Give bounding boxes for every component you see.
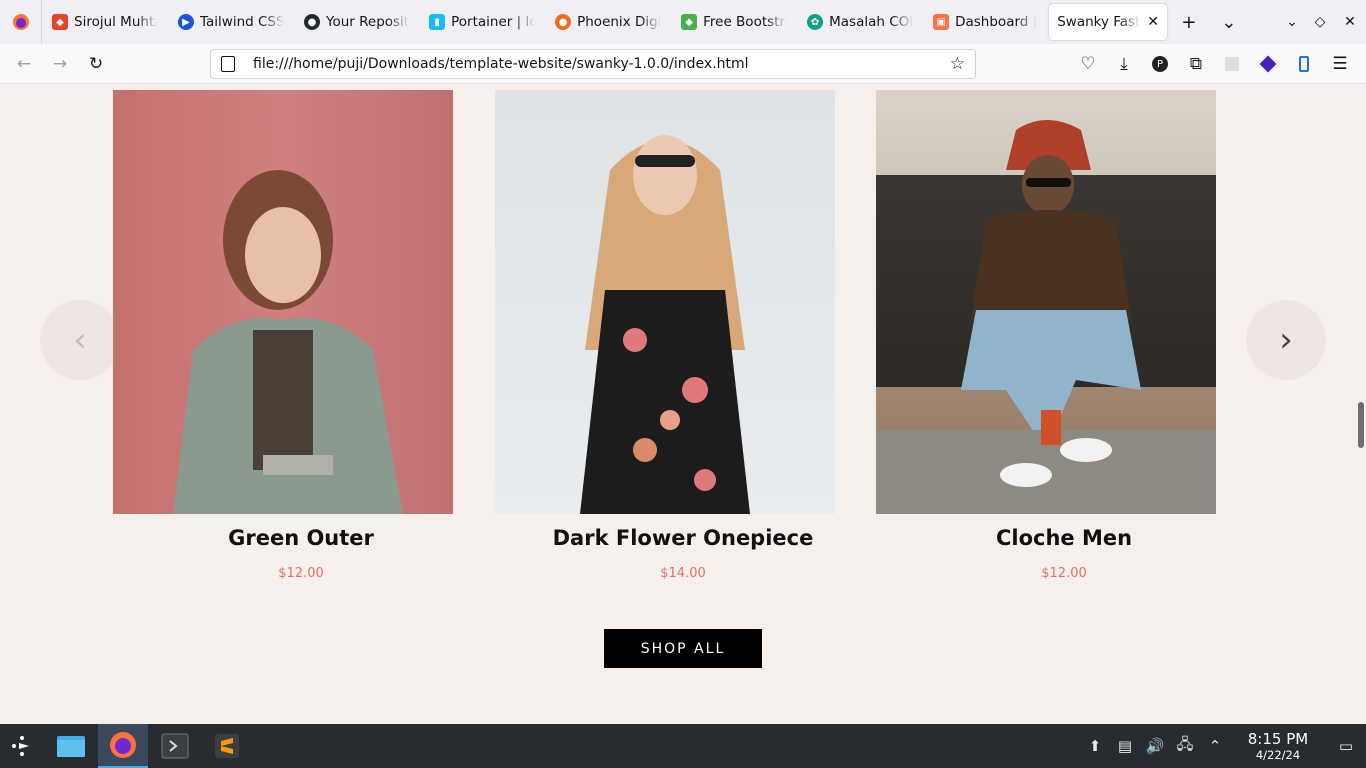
- product-image-dark-flower-onepiece[interactable]: [495, 90, 835, 514]
- tab-swanky-active[interactable]: Swanky Fashio ✕: [1049, 4, 1167, 40]
- product-price: $12.00: [1041, 566, 1087, 581]
- update-notifier-icon[interactable]: ⬆: [1080, 737, 1110, 755]
- taskbar-firefox[interactable]: [98, 724, 148, 768]
- product-name[interactable]: Dark Flower Onepiece: [495, 526, 871, 550]
- tab-title: Portainer | lc: [451, 14, 536, 30]
- taskbar-sublime-text[interactable]: [202, 724, 252, 768]
- chevron-up-icon[interactable]: ⌃: [1200, 737, 1230, 755]
- product-image-cloche-men[interactable]: [876, 90, 1216, 514]
- tab-portainer[interactable]: ▮ Portainer | lc: [419, 0, 545, 44]
- taskbar: ⬆ ▤ 🔊 🖧 ⌃ 8:15 PM 4/22/24 ▭: [0, 724, 1366, 768]
- close-tab-icon[interactable]: ✕: [1147, 14, 1159, 30]
- restore-window-icon[interactable]: ◇: [1306, 0, 1334, 44]
- page-icon: [221, 56, 235, 72]
- woman-flower-dress-photo: [580, 135, 750, 514]
- product-image-green-outer[interactable]: [113, 90, 453, 514]
- navigation-bar: ← → ↻ file:///home/puji/Downloads/templa…: [0, 44, 1366, 84]
- menu-hamburger-icon[interactable]: ☰: [1322, 48, 1358, 80]
- taskbar-terminal[interactable]: [150, 724, 200, 768]
- product-price: $14.00: [660, 566, 706, 581]
- bookmark-star-icon[interactable]: ☆: [950, 54, 965, 74]
- reload-icon[interactable]: ↻: [78, 48, 114, 80]
- carousel-prev-button[interactable]: ‹: [40, 300, 120, 380]
- firefox-icon: [110, 732, 136, 758]
- phoenix-icon: ●: [555, 14, 572, 30]
- dashboard-icon: ▣: [933, 14, 950, 30]
- chevron-right-icon: ›: [1279, 320, 1293, 360]
- profile-p-icon[interactable]: P: [1142, 48, 1178, 80]
- tab-title: Phoenix Digi: [577, 14, 662, 30]
- volume-icon[interactable]: 🔊: [1140, 737, 1170, 755]
- product-name[interactable]: Green Outer: [113, 526, 489, 550]
- scrollbar-thumb[interactable]: [1358, 402, 1364, 448]
- clock-date: 4/22/24: [1255, 748, 1301, 762]
- kde-launcher-icon: [12, 736, 29, 756]
- list-all-tabs-button[interactable]: ⌄: [1209, 0, 1249, 44]
- product-card[interactable]: Green Outer $12.00: [113, 90, 453, 581]
- product-card[interactable]: Cloche Men $12.00: [876, 90, 1216, 581]
- extension-grid-icon[interactable]: [1214, 48, 1250, 80]
- sublime-text-icon: [215, 734, 239, 758]
- tab-title: Swanky Fashio: [1057, 14, 1142, 30]
- product-name[interactable]: Cloche Men: [876, 526, 1252, 550]
- tab-title: Your Reposit: [326, 14, 410, 30]
- man-red-hat-photo: [876, 120, 1216, 514]
- extension-phone-icon[interactable]: [1286, 48, 1322, 80]
- woman-green-jacket-photo: [173, 170, 403, 514]
- extension-diamond-icon[interactable]: [1250, 48, 1286, 80]
- forward-arrow-icon[interactable]: →: [42, 48, 78, 80]
- downloads-icon[interactable]: ⤓: [1106, 48, 1142, 80]
- close-window-icon[interactable]: ✕: [1334, 0, 1366, 44]
- firefox-view-button[interactable]: [0, 0, 42, 44]
- tab-title: Dashboard |: [955, 14, 1038, 30]
- tab-dashboard[interactable]: ▣ Dashboard |: [923, 0, 1047, 44]
- pocket-icon[interactable]: ♡: [1070, 48, 1106, 80]
- tab-title: Masalah COR: [829, 14, 914, 30]
- tab-title: Sirojul Muhta: [74, 14, 158, 30]
- tab-bootstrap[interactable]: ◆ Free Bootstra: [671, 0, 797, 44]
- github-icon: ●: [304, 14, 320, 30]
- back-arrow-icon[interactable]: ←: [6, 48, 42, 80]
- tab-title: Tailwind CSS: [200, 14, 284, 30]
- tailwind-icon: ▶: [178, 14, 194, 30]
- product-price: $12.00: [278, 566, 324, 581]
- tab-phoenix[interactable]: ● Phoenix Digi: [545, 0, 671, 44]
- address-bar[interactable]: file:///home/puji/Downloads/template-web…: [210, 49, 976, 79]
- tab-chatgpt[interactable]: ✿ Masalah COR: [797, 0, 923, 44]
- chevron-left-icon: ‹: [73, 320, 87, 360]
- app-launcher-button[interactable]: [0, 724, 44, 768]
- clock-time: 8:15 PM: [1247, 730, 1309, 748]
- network-icon[interactable]: 🖧: [1170, 734, 1200, 759]
- url-text[interactable]: file:///home/puji/Downloads/template-web…: [253, 56, 749, 72]
- gitlab-icon: ◆: [52, 14, 68, 30]
- portainer-icon: ▮: [429, 14, 446, 30]
- chatgpt-icon: ✿: [807, 14, 824, 30]
- product-card[interactable]: Dark Flower Onepiece $14.00: [495, 90, 835, 581]
- tab-gitlab[interactable]: ◆ Sirojul Muhta: [42, 0, 168, 44]
- bootstrap-icon: ◆: [681, 14, 698, 30]
- firefox-icon: [12, 14, 29, 30]
- system-tray: ⬆ ▤ 🔊 🖧 ⌃ 8:15 PM 4/22/24 ▭: [1080, 724, 1366, 768]
- clipboard-icon[interactable]: ▤: [1110, 737, 1140, 755]
- tab-title: Free Bootstra: [703, 14, 788, 30]
- tab-github[interactable]: ● Your Reposit: [294, 0, 419, 44]
- clock[interactable]: 8:15 PM 4/22/24: [1238, 730, 1318, 762]
- new-tab-button[interactable]: +: [1169, 0, 1209, 44]
- folder-icon: [57, 736, 85, 757]
- extensions-icon[interactable]: ⧉: [1178, 48, 1214, 80]
- toolbar-extensions: ♡ ⤓ P ⧉ ☰: [1070, 48, 1358, 80]
- tab-bar: ◆ Sirojul Muhta ▶ Tailwind CSS ● Your Re…: [0, 0, 1366, 44]
- terminal-icon: [161, 733, 189, 759]
- tab-tailwind[interactable]: ▶ Tailwind CSS: [168, 0, 294, 44]
- show-desktop-icon[interactable]: ▭: [1326, 737, 1366, 755]
- carousel-next-button[interactable]: ›: [1246, 300, 1326, 380]
- minimize-window-icon[interactable]: ⌄: [1278, 0, 1306, 44]
- web-page: ‹ Green Outer $12.00 Dark Flower Onepiec…: [0, 84, 1366, 724]
- shop-all-button[interactable]: SHOP ALL: [604, 629, 762, 668]
- taskbar-file-manager[interactable]: [46, 724, 96, 768]
